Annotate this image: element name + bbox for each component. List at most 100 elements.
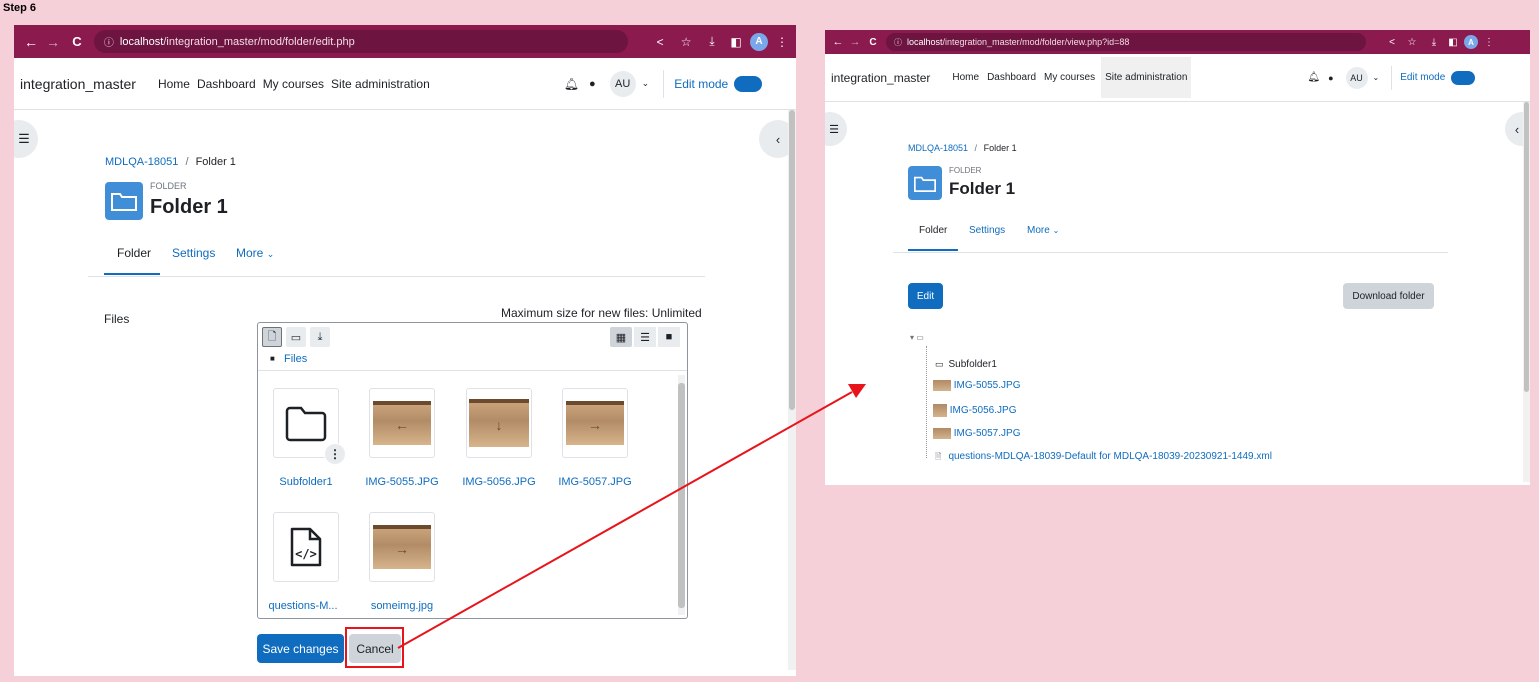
user-avatar[interactable]: AU — [609, 70, 636, 97]
tree-item-questions-xml[interactable]: 🗎︎ questions-MDLQA-18039-Default for MDLQ… — [935, 451, 1272, 465]
menu-icon[interactable]: ⋮ — [1484, 37, 1494, 48]
menu-icon[interactable]: ⋮ — [776, 35, 788, 49]
download-all-icon[interactable]: ⤓ — [310, 327, 330, 347]
nav-dashboard[interactable]: Dashboard — [987, 72, 1036, 83]
tree-item-img-5056[interactable]: IMG-5056.JPG — [933, 404, 1016, 417]
tree-root[interactable]: ▾ ▭ — [910, 333, 924, 342]
create-folder-icon[interactable]: ▭ — [286, 327, 306, 347]
course-index-toggle[interactable]: ☰ — [825, 112, 847, 146]
file-menu-icon[interactable]: ⋮ — [324, 443, 346, 465]
scrollbar[interactable] — [1523, 102, 1530, 482]
tree-item-label[interactable]: IMG-5056.JPG — [950, 405, 1017, 416]
forward-icon[interactable]: → — [848, 36, 862, 48]
forward-icon[interactable]: → — [44, 34, 62, 50]
file-thumb-subfolder1[interactable]: ⋮ — [273, 388, 346, 465]
tree-item-label[interactable]: IMG-5055.JPG — [954, 380, 1021, 391]
tab-folder-underline — [908, 249, 958, 251]
nav-my-courses[interactable]: My courses — [263, 77, 324, 91]
user-menu-chevron-icon[interactable]: ⌄ — [1373, 73, 1380, 82]
nav-site-administration[interactable]: Site administration — [1101, 57, 1192, 98]
back-icon[interactable]: ← — [22, 34, 40, 50]
chevron-down-icon: ⌄ — [266, 249, 275, 259]
download-folder-button[interactable]: Download folder — [1343, 283, 1434, 309]
tab-more[interactable]: More ⌄ — [236, 246, 274, 260]
profile-avatar[interactable]: A — [1464, 35, 1478, 49]
site-name[interactable]: integration_master — [20, 76, 136, 92]
message-icon[interactable]: ● — [1328, 73, 1333, 83]
tree-item-label[interactable]: IMG-5057.JPG — [954, 428, 1021, 439]
tab-settings[interactable]: Settings — [172, 246, 215, 260]
edit-mode-toggle[interactable] — [1451, 70, 1476, 85]
save-changes-button[interactable]: Save changes — [257, 634, 344, 663]
edit-button[interactable]: Edit — [908, 283, 943, 309]
back-icon[interactable]: ← — [831, 36, 845, 48]
reload-icon[interactable]: C — [866, 37, 880, 48]
info-icon[interactable]: ⓘ — [894, 37, 902, 48]
download-icon[interactable]: ⤓ — [1426, 37, 1442, 48]
tree-guide — [926, 346, 927, 458]
max-size-text: Maximum size for new files: Unlimited — [501, 306, 702, 320]
file-thumb-img-5055[interactable]: ← — [369, 388, 435, 458]
user-menu-chevron-icon[interactable]: ⌄ — [642, 78, 650, 89]
nav-my-courses[interactable]: My courses — [1044, 72, 1095, 83]
tree-view-icon[interactable]: ■ — [658, 327, 680, 347]
reload-icon[interactable]: C — [68, 34, 86, 49]
list-view-icon[interactable]: ☰ — [634, 327, 656, 347]
nav-home[interactable]: Home — [952, 72, 979, 83]
file-thumb-img-5056[interactable]: ↓ — [466, 388, 532, 458]
tab-settings[interactable]: Settings — [969, 225, 1005, 236]
code-file-icon: </> — [290, 527, 322, 567]
file-thumb-someimg[interactable]: → — [369, 512, 435, 582]
tree-item-subfolder1[interactable]: ▭ Subfolder1 — [935, 359, 997, 370]
breadcrumb-current: Folder 1 — [195, 156, 236, 168]
nav-dashboard[interactable]: Dashboard — [197, 77, 256, 91]
nav-home[interactable]: Home — [158, 77, 190, 91]
svg-text:</>: </> — [295, 547, 317, 561]
user-avatar[interactable]: AU — [1345, 66, 1368, 89]
scrollbar[interactable] — [788, 110, 796, 670]
file-name-img-5057[interactable]: IMG-5057.JPG — [550, 476, 640, 488]
info-icon[interactable]: ⓘ — [104, 34, 114, 49]
download-icon[interactable]: ⤓ — [702, 34, 722, 49]
profile-avatar[interactable]: A — [750, 32, 768, 51]
address-bar[interactable]: ⓘ localhost/integration_master/mod/folde… — [886, 33, 1366, 51]
file-thumb-img-5057[interactable]: → — [562, 388, 628, 458]
file-thumb-questions[interactable]: </> — [273, 512, 339, 582]
image-preview: ↓ — [469, 399, 529, 447]
image-preview: ← — [373, 401, 431, 445]
tree-item-img-5057[interactable]: IMG-5057.JPG — [933, 428, 1020, 439]
tab-folder[interactable]: Folder — [919, 225, 947, 236]
tab-folder[interactable]: Folder — [117, 246, 151, 260]
edit-mode-label: Edit mode — [1400, 72, 1446, 83]
edit-mode-toggle[interactable] — [734, 75, 763, 92]
add-file-icon[interactable]: 🗋︎ — [262, 327, 282, 347]
message-icon[interactable]: ● — [589, 78, 596, 90]
star-icon[interactable]: ☆ — [1404, 37, 1420, 48]
breadcrumb-course[interactable]: MDLQA-18051 — [908, 143, 968, 153]
sidepanel-icon[interactable]: ◧ — [726, 35, 746, 49]
fp-scrollbar[interactable] — [678, 375, 685, 615]
file-name-img-5055[interactable]: IMG-5055.JPG — [357, 476, 447, 488]
file-name-img-5056[interactable]: IMG-5056.JPG — [454, 476, 544, 488]
sidepanel-icon[interactable]: ◧ — [1445, 37, 1461, 48]
file-name-someimg[interactable]: someimg.jpg — [357, 600, 447, 612]
grid-view-icon[interactable]: ▦ — [610, 327, 632, 347]
site-name[interactable]: integration_master — [831, 71, 930, 85]
bell-icon[interactable]: 🔔︎ — [1307, 72, 1320, 83]
breadcrumb-course[interactable]: MDLQA-18051 — [105, 156, 178, 168]
tree-item-label[interactable]: questions-MDLQA-18039-Default for MDLQA-… — [948, 451, 1272, 462]
tab-more[interactable]: More ⌄ — [1027, 225, 1059, 236]
address-bar[interactable]: ⓘ localhost/integration_master/mod/folde… — [93, 30, 629, 53]
file-name-questions[interactable]: questions-M... — [258, 600, 348, 612]
site-navbar: integration_master Home Dashboard My cou… — [14, 58, 796, 110]
bell-icon[interactable]: 🔔︎ — [564, 77, 579, 91]
fp-path-files[interactable]: Files — [284, 353, 307, 365]
course-index-toggle[interactable]: ☰ — [14, 120, 38, 158]
tree-item-img-5055[interactable]: IMG-5055.JPG — [933, 380, 1020, 391]
page-title: Folder 1 — [150, 196, 228, 218]
file-name-subfolder1[interactable]: Subfolder1 — [261, 476, 351, 488]
nav-site-administration[interactable]: Site administration — [331, 77, 430, 91]
star-icon[interactable]: ☆ — [676, 35, 696, 49]
share-icon[interactable]: < — [1384, 37, 1400, 48]
share-icon[interactable]: < — [650, 35, 670, 49]
